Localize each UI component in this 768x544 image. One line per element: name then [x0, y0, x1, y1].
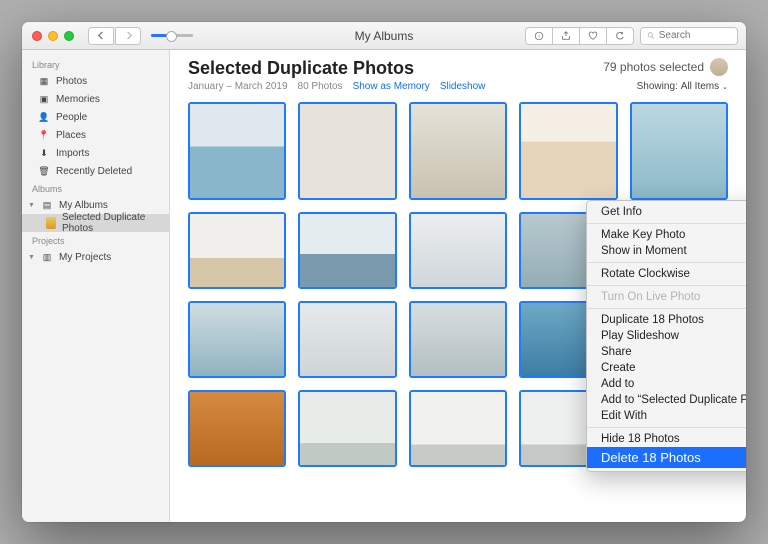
zoom-icon[interactable]	[64, 31, 74, 41]
photo-thumbnail[interactable]	[409, 212, 507, 289]
app-window: My Albums i Library ▦Photos ▣Memories 👤P…	[22, 22, 746, 522]
photo-thumbnail[interactable]	[298, 301, 396, 378]
search-icon	[647, 31, 655, 40]
sidebar-item-selected-duplicate-photos[interactable]: Selected Duplicate Photos	[22, 214, 169, 232]
sidebar-item-people[interactable]: 👤People	[22, 108, 169, 126]
menu-create[interactable]: Create▶	[587, 360, 746, 376]
date-range: January – March 2019	[188, 81, 288, 92]
back-button[interactable]	[88, 27, 114, 45]
photos-icon: ▦	[38, 75, 50, 87]
sidebar-section-library: Library	[22, 60, 169, 70]
content-area: Selected Duplicate Photos 79 photos sele…	[170, 50, 746, 522]
context-menu: Get Info Make Key Photo Show in Moment R…	[586, 200, 746, 472]
photo-thumbnail[interactable]	[519, 102, 617, 200]
menu-duplicate[interactable]: Duplicate 18 Photos	[587, 312, 746, 328]
photo-count: 80 Photos	[298, 81, 343, 92]
window-title: My Albums	[355, 29, 414, 43]
sidebar-item-imports[interactable]: ⬇Imports	[22, 144, 169, 162]
avatar[interactable]	[710, 58, 728, 76]
close-icon[interactable]	[32, 31, 42, 41]
titlebar: My Albums i	[22, 22, 746, 50]
photo-thumbnail[interactable]	[409, 301, 507, 378]
selection-count: 79 photos selected	[603, 60, 704, 74]
menu-play-slideshow[interactable]: Play Slideshow	[587, 328, 746, 344]
menu-delete[interactable]: Delete 18 Photos	[587, 447, 746, 468]
photo-thumbnail[interactable]	[188, 301, 286, 378]
memories-icon: ▣	[38, 93, 50, 105]
menu-show-in-moment[interactable]: Show in Moment	[587, 243, 746, 259]
chevron-down-icon: ▼	[28, 202, 35, 209]
sidebar: Library ▦Photos ▣Memories 👤People 📍Place…	[22, 50, 170, 522]
photo-thumbnail[interactable]	[630, 102, 728, 200]
search-input[interactable]	[659, 30, 731, 41]
trash-icon: 🗑	[38, 165, 50, 177]
show-as-memory-link[interactable]: Show as Memory	[353, 81, 430, 92]
search-field[interactable]	[640, 27, 738, 45]
sidebar-item-my-projects[interactable]: ▼▥My Projects	[22, 248, 169, 266]
projects-icon: ▥	[41, 251, 53, 263]
menu-share[interactable]: Share▶	[587, 344, 746, 360]
menu-rotate-clockwise[interactable]: Rotate Clockwise	[587, 266, 746, 282]
sidebar-item-recently-deleted[interactable]: 🗑Recently Deleted	[22, 162, 169, 180]
menu-make-key-photo[interactable]: Make Key Photo	[587, 227, 746, 243]
menu-get-info[interactable]: Get Info	[587, 204, 746, 220]
slideshow-link[interactable]: Slideshow	[440, 81, 486, 92]
info-button[interactable]: i	[525, 27, 553, 45]
album-thumb-icon	[46, 217, 56, 229]
photo-thumbnail[interactable]	[298, 102, 396, 200]
photo-thumbnail[interactable]	[298, 212, 396, 289]
places-icon: 📍	[38, 129, 50, 141]
rotate-button[interactable]	[606, 27, 634, 45]
page-title: Selected Duplicate Photos	[188, 58, 414, 79]
sidebar-section-albums: Albums	[22, 184, 169, 194]
window-controls	[22, 31, 74, 41]
svg-text:i: i	[538, 34, 539, 40]
menu-add-to-album[interactable]: Add to “Selected Duplicate Photos”	[587, 392, 746, 408]
showing-filter[interactable]: Showing: All Items ⌄	[637, 81, 728, 92]
photo-thumbnail[interactable]	[409, 390, 507, 467]
photo-thumbnail[interactable]	[188, 390, 286, 467]
people-icon: 👤	[38, 111, 50, 123]
sidebar-item-photos[interactable]: ▦Photos	[22, 72, 169, 90]
zoom-slider[interactable]	[151, 34, 193, 37]
sidebar-section-projects: Projects	[22, 236, 169, 246]
album-icon: ▤	[41, 199, 53, 211]
chevron-down-icon: ▼	[28, 254, 35, 261]
menu-turn-on-live-photo: Turn On Live Photo	[587, 289, 746, 305]
photo-thumbnail[interactable]	[409, 102, 507, 200]
photo-thumbnail[interactable]	[188, 102, 286, 200]
favorite-button[interactable]	[579, 27, 607, 45]
menu-edit-with[interactable]: Edit With▶	[587, 408, 746, 424]
forward-button[interactable]	[115, 27, 141, 45]
photo-thumbnail[interactable]	[298, 390, 396, 467]
sidebar-item-memories[interactable]: ▣Memories	[22, 90, 169, 108]
share-button[interactable]	[552, 27, 580, 45]
sidebar-item-places[interactable]: 📍Places	[22, 126, 169, 144]
menu-add-to[interactable]: Add to▶	[587, 376, 746, 392]
nav-buttons	[88, 27, 141, 45]
chevron-down-icon: ⌄	[722, 83, 728, 91]
menu-hide[interactable]: Hide 18 Photos	[587, 431, 746, 447]
imports-icon: ⬇	[38, 147, 50, 159]
minimize-icon[interactable]	[48, 31, 58, 41]
photo-thumbnail[interactable]	[188, 212, 286, 289]
